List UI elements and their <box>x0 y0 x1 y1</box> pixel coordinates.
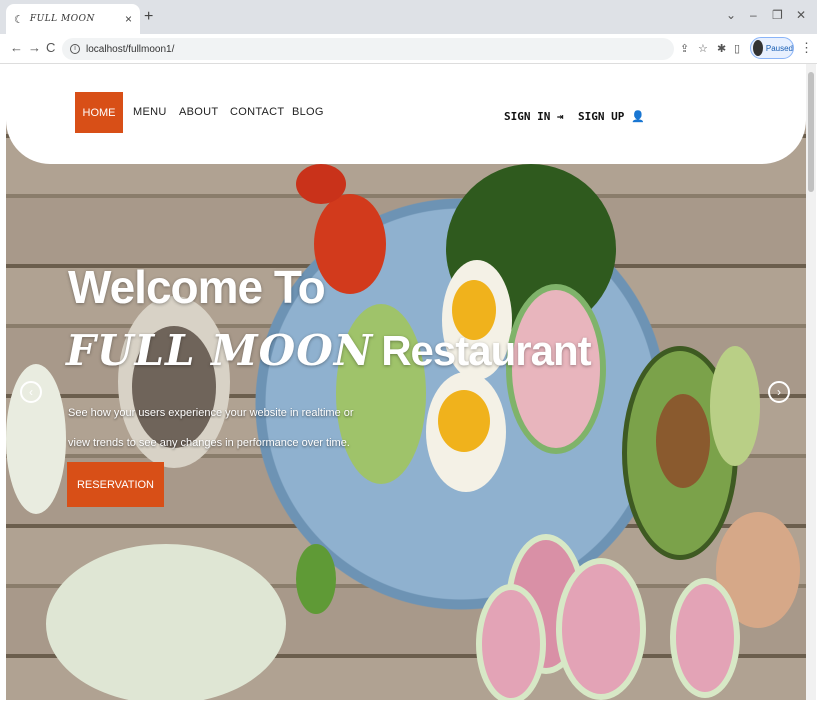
back-button[interactable]: ← <box>10 40 23 55</box>
browser-menu-icon[interactable]: ⋮ <box>800 40 813 56</box>
minimize-button[interactable]: – <box>750 8 757 22</box>
tab-close-icon[interactable]: × <box>125 12 132 26</box>
reservation-button[interactable]: RESERVATION <box>67 462 164 507</box>
egg2-yolk-image <box>438 390 490 452</box>
address-bar: ← → C i localhost/fullmoon1/ ⇪ ☆ ✱ ▯ <box>0 34 817 64</box>
site-header: HOME MENU ABOUT CONTACT BLOG SIGN IN ⇥ S… <box>6 64 806 164</box>
user-plus-icon: 👤 <box>630 110 645 123</box>
leaf-image <box>296 544 336 614</box>
avatar <box>753 40 763 56</box>
hero-title-line2: FULL MOON Restaurant <box>66 326 592 375</box>
tab-title: FULL MOON <box>29 14 95 24</box>
sidepanel-icon[interactable]: ▯ <box>734 42 740 55</box>
star-icon[interactable]: ☆ <box>698 42 708 55</box>
url-text: localhost/fullmoon1/ <box>86 43 175 55</box>
page-viewport: HOME MENU ABOUT CONTACT BLOG SIGN IN ⇥ S… <box>6 64 806 700</box>
radish-slices4-image <box>476 584 546 700</box>
hero-title-line1: Welcome To <box>68 261 326 313</box>
nav-about[interactable]: ABOUT <box>179 106 218 118</box>
avocado-slice-image <box>710 346 760 466</box>
tab-search-icon[interactable]: ⌄ <box>726 8 736 22</box>
scrollbar-thumb[interactable] <box>808 72 814 192</box>
extensions-icon[interactable]: ✱ <box>717 42 726 55</box>
share-icon[interactable]: ⇪ <box>680 42 689 55</box>
nav-blog[interactable]: BLOG <box>292 106 324 118</box>
profile-status: Paused <box>765 43 793 53</box>
sign-up-link[interactable]: SIGN UP 👤 <box>578 110 645 123</box>
site-info-icon[interactable]: i <box>70 44 80 54</box>
url-input[interactable]: i localhost/fullmoon1/ <box>62 38 674 60</box>
radish-slices3-image <box>670 578 740 698</box>
close-window-button[interactable]: ✕ <box>796 8 806 22</box>
hero-subtitle: See how your users experience your websi… <box>68 407 354 449</box>
nav-menu[interactable]: MENU <box>133 106 167 118</box>
reload-button[interactable]: C <box>46 40 55 55</box>
carousel-prev-icon[interactable]: ‹ <box>20 381 42 403</box>
tomato-slice-image <box>296 164 346 204</box>
browser-tab[interactable]: ☾ FULL MOON × <box>6 4 140 34</box>
sign-in-label: SIGN IN <box>504 110 551 123</box>
page-scrollbar[interactable] <box>806 64 816 700</box>
sign-up-label: SIGN UP <box>578 110 625 123</box>
maximize-button[interactable]: ❐ <box>772 8 783 22</box>
carousel-next-icon[interactable]: › <box>768 381 790 403</box>
nav-home[interactable]: HOME <box>75 92 123 133</box>
profile-button[interactable]: Paused <box>750 37 794 59</box>
avocado-pit-image <box>656 394 710 488</box>
new-tab-button[interactable]: + <box>144 8 153 26</box>
hero-brand: FULL MOON <box>66 326 374 375</box>
radish-slices2-image <box>556 558 646 700</box>
forward-button[interactable]: → <box>28 40 41 55</box>
nav-contact[interactable]: CONTACT <box>230 106 284 118</box>
tab-favicon-icon: ☾ <box>14 13 24 26</box>
hero-title-rest: Restaurant <box>381 327 591 374</box>
flowers2-image <box>46 544 286 700</box>
sign-in-icon: ⇥ <box>556 110 564 123</box>
sign-in-link[interactable]: SIGN IN ⇥ <box>504 110 564 123</box>
browser-tab-strip: ☾ FULL MOON × + ⌄ – ❐ ✕ <box>0 0 817 34</box>
